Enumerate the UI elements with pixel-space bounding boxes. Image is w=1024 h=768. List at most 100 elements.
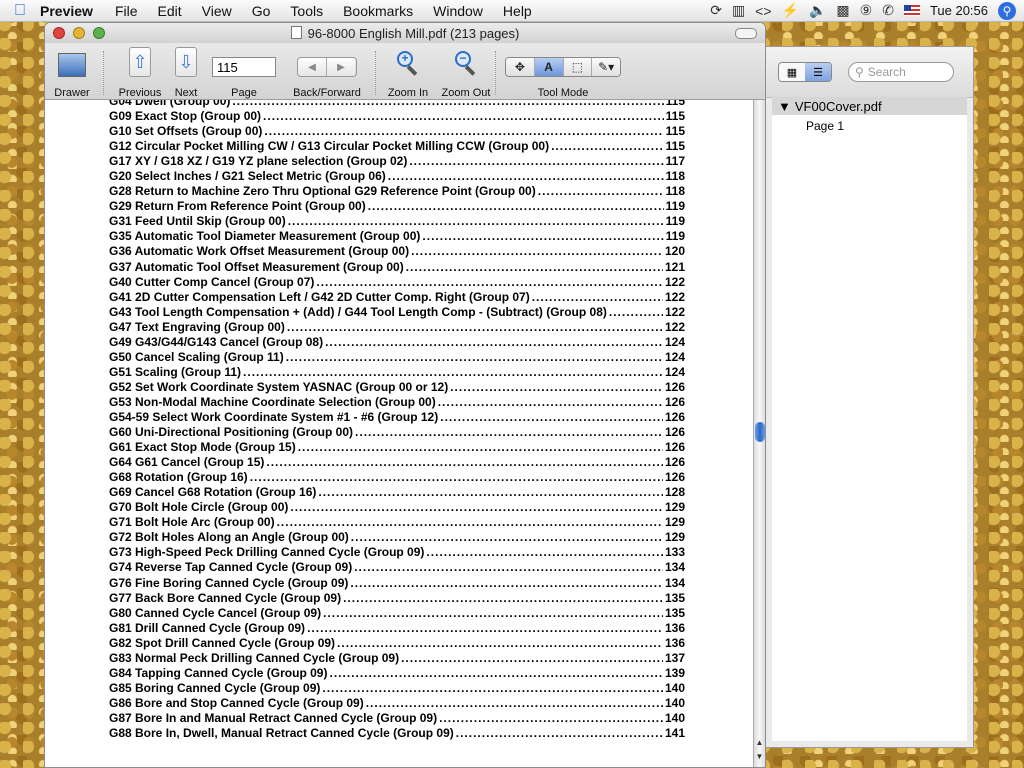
menu-edit[interactable]: Edit — [158, 3, 182, 19]
toc-entry[interactable]: G35 Automatic Tool Diameter Measurement … — [109, 229, 685, 244]
forward-arrow-icon[interactable]: ▶ — [326, 58, 355, 76]
toc-entry[interactable]: G72 Bolt Holes Along an Angle (Group 00)… — [109, 530, 685, 545]
volume-icon[interactable]: 🔈 — [809, 2, 826, 19]
toc-entry[interactable]: G47 Text Engraving (Group 00) 122 — [109, 320, 685, 335]
move-tool-icon[interactable]: ✥ — [506, 58, 534, 76]
search-field[interactable]: ⚲ Search — [848, 62, 954, 82]
toc-entry[interactable]: G80 Canned Cycle Cancel (Group 09) 135 — [109, 606, 685, 621]
text-tool-button[interactable]: A — [533, 58, 563, 76]
toc-entry-title: G52 Set Work Coordinate System YASNAC (G… — [109, 379, 449, 394]
menu-go[interactable]: Go — [252, 3, 271, 19]
menu-file[interactable]: File — [115, 3, 138, 19]
us-flag-icon[interactable] — [903, 5, 920, 16]
outline-document[interactable]: ▼ VF00Cover.pdf — [772, 97, 967, 115]
disclosure-triangle-icon[interactable]: ▼ — [778, 99, 791, 114]
menu-window[interactable]: Window — [433, 3, 483, 19]
toc-entry[interactable]: G29 Return From Reference Point (Group 0… — [109, 199, 685, 214]
close-button[interactable] — [53, 27, 65, 39]
toc-entry[interactable]: G87 Bore In and Manual Retract Canned Cy… — [109, 711, 685, 726]
toc-entry[interactable]: G09 Exact Stop (Group 00) 115 — [109, 109, 685, 124]
toc-entry-page: 122 — [664, 304, 685, 319]
back-forward-label: Back/Forward — [293, 87, 361, 99]
toc-entry[interactable]: G12 Circular Pocket Milling CW / G13 Cir… — [109, 139, 685, 154]
scrollbar-thumb[interactable] — [755, 422, 765, 442]
toc-entry[interactable]: G73 High-Speed Peck Drilling Canned Cycl… — [109, 545, 685, 560]
toc-entry[interactable]: G51 Scaling (Group 11) 124 — [109, 365, 685, 380]
code-icon[interactable]: <> — [755, 3, 771, 19]
minimize-button[interactable] — [73, 27, 85, 39]
drawer-button[interactable]: Drawer — [53, 47, 91, 99]
vertical-scrollbar[interactable]: ▲ ▼ — [753, 100, 765, 767]
annotate-tool-icon[interactable]: ✎▾ — [591, 58, 620, 76]
toc-entry[interactable]: G31 Feed Until Skip (Group 00) 119 — [109, 214, 685, 229]
toc-entry[interactable]: G17 XY / G18 XZ / G19 YZ plane selection… — [109, 154, 685, 169]
toc-entry[interactable]: G10 Set Offsets (Group 00) 115 — [109, 124, 685, 139]
toc-entry[interactable]: G36 Automatic Work Offset Measurement (G… — [109, 244, 685, 259]
toc-entry[interactable]: G37 Automatic Tool Offset Measurement (G… — [109, 260, 685, 275]
pdf-page-view[interactable]: G04 Dwell (Group 00)115G09 Exact Stop (G… — [45, 100, 755, 767]
select-tool-icon[interactable]: ⬚ — [562, 58, 592, 76]
thumbnail-view-icon[interactable]: ▦ — [779, 63, 805, 81]
zoom-out-button[interactable]: − Zoom Out — [442, 47, 490, 99]
toc-entry[interactable]: G04 Dwell (Group 00) 115 — [109, 100, 685, 109]
toc-entry[interactable]: G81 Drill Canned Cycle (Group 09) 136 — [109, 621, 685, 636]
toolbar-toggle-button[interactable] — [735, 28, 757, 39]
toc-entry-page: 126 — [664, 425, 685, 440]
toc-entry[interactable]: G61 Exact Stop Mode (Group 15) 126 — [109, 440, 685, 455]
toc-entry[interactable]: G43 Tool Length Compensation + (Add) / G… — [109, 305, 685, 320]
toc-entry-title: G09 Exact Stop (Group 00) — [109, 109, 262, 124]
menu-help[interactable]: Help — [503, 3, 532, 19]
next-button[interactable]: ⇩ Next — [171, 47, 201, 99]
sync-icon[interactable]: ⟳ — [710, 2, 722, 19]
toc-entry[interactable]: G88 Bore In, Dwell, Manual Retract Canne… — [109, 726, 685, 741]
toc-entry[interactable]: G49 G43/G44/G143 Cancel (Group 08) 124 — [109, 335, 685, 350]
menu-app-preview[interactable]: Preview — [40, 3, 93, 19]
toc-entry-title: G60 Uni-Directional Positioning (Group 0… — [109, 425, 354, 440]
toc-entry[interactable]: G84 Tapping Canned Cycle (Group 09) 139 — [109, 666, 685, 681]
toc-entry[interactable]: G53 Non-Modal Machine Coordinate Selecti… — [109, 395, 685, 410]
toc-entry[interactable]: G86 Bore and Stop Canned Cycle (Group 09… — [109, 696, 685, 711]
scroll-down-arrow-icon[interactable]: ▼ — [754, 752, 765, 761]
toc-entry[interactable]: G77 Back Bore Canned Cycle (Group 09) 135 — [109, 591, 685, 606]
menu-tools[interactable]: Tools — [290, 3, 323, 19]
menu-view[interactable]: View — [202, 3, 232, 19]
network-icon[interactable]: ▥ — [732, 2, 745, 19]
toc-entry[interactable]: G41 2D Cutter Compensation Left / G42 2D… — [109, 290, 685, 305]
toc-entry[interactable]: G74 Reverse Tap Canned Cycle (Group 09) 1… — [109, 560, 685, 575]
page-number-input[interactable] — [212, 57, 276, 77]
menu-clock[interactable]: Tue 20:56 — [930, 3, 988, 18]
outline-page-item[interactable]: Page 1 — [772, 119, 967, 133]
toc-entry[interactable]: G70 Bolt Hole Circle (Group 00) 129 — [109, 500, 685, 515]
toc-entry[interactable]: G40 Cutter Comp Cancel (Group 07) 122 — [109, 275, 685, 290]
battery-icon[interactable]: ▩ — [836, 2, 849, 19]
toc-entry[interactable]: G60 Uni-Directional Positioning (Group 0… — [109, 425, 685, 440]
power-icon[interactable]: ⚡ — [782, 2, 799, 19]
toc-entry[interactable]: G71 Bolt Hole Arc (Group 00) 129 — [109, 515, 685, 530]
spotlight-icon[interactable]: ⚲ — [998, 1, 1016, 20]
list-view-icon[interactable]: ☰ — [805, 63, 831, 81]
preview-window: 96-8000 English Mill.pdf (213 pages) Dra… — [44, 22, 766, 768]
toc-entry[interactable]: G82 Spot Drill Canned Cycle (Group 09) 13… — [109, 636, 685, 651]
previous-button[interactable]: ⇧ Previous — [119, 47, 161, 99]
scroll-up-arrow-icon[interactable]: ▲ — [754, 738, 765, 747]
toc-entry[interactable]: G28 Return to Machine Zero Thru Optional… — [109, 184, 685, 199]
toc-entry[interactable]: G50 Cancel Scaling (Group 11) 124 — [109, 350, 685, 365]
back-arrow-icon[interactable]: ◀ — [298, 58, 326, 76]
zoom-in-button[interactable]: + Zoom In — [388, 47, 428, 99]
toc-entry[interactable]: G68 Rotation (Group 16) 126 — [109, 470, 685, 485]
nine-icon[interactable]: ⑨ — [860, 2, 873, 19]
menu-bookmarks[interactable]: Bookmarks — [343, 3, 413, 19]
toc-entry[interactable]: G85 Boring Canned Cycle (Group 09) 140 — [109, 681, 685, 696]
toc-entry[interactable]: G76 Fine Boring Canned Cycle (Group 09) 1… — [109, 576, 685, 591]
toc-entry-title: G04 Dwell (Group 00) — [109, 100, 231, 108]
toc-entry[interactable]: G69 Cancel G68 Rotation (Group 16) 128 — [109, 485, 685, 500]
zoom-button[interactable] — [93, 27, 105, 39]
toc-entry-page: 124 — [664, 364, 685, 379]
apple-menu-icon[interactable]:  — [0, 2, 40, 20]
phone-icon[interactable]: ✆ — [882, 2, 894, 19]
toc-entry[interactable]: G54-59 Select Work Coordinate System #1 … — [109, 410, 685, 425]
toc-entry[interactable]: G83 Normal Peck Drilling Canned Cycle (G… — [109, 651, 685, 666]
toc-entry[interactable]: G52 Set Work Coordinate System YASNAC (G… — [109, 380, 685, 395]
toc-entry[interactable]: G20 Select Inches / G21 Select Metric (G… — [109, 169, 685, 184]
toc-entry[interactable]: G64 G61 Cancel (Group 15) 126 — [109, 455, 685, 470]
